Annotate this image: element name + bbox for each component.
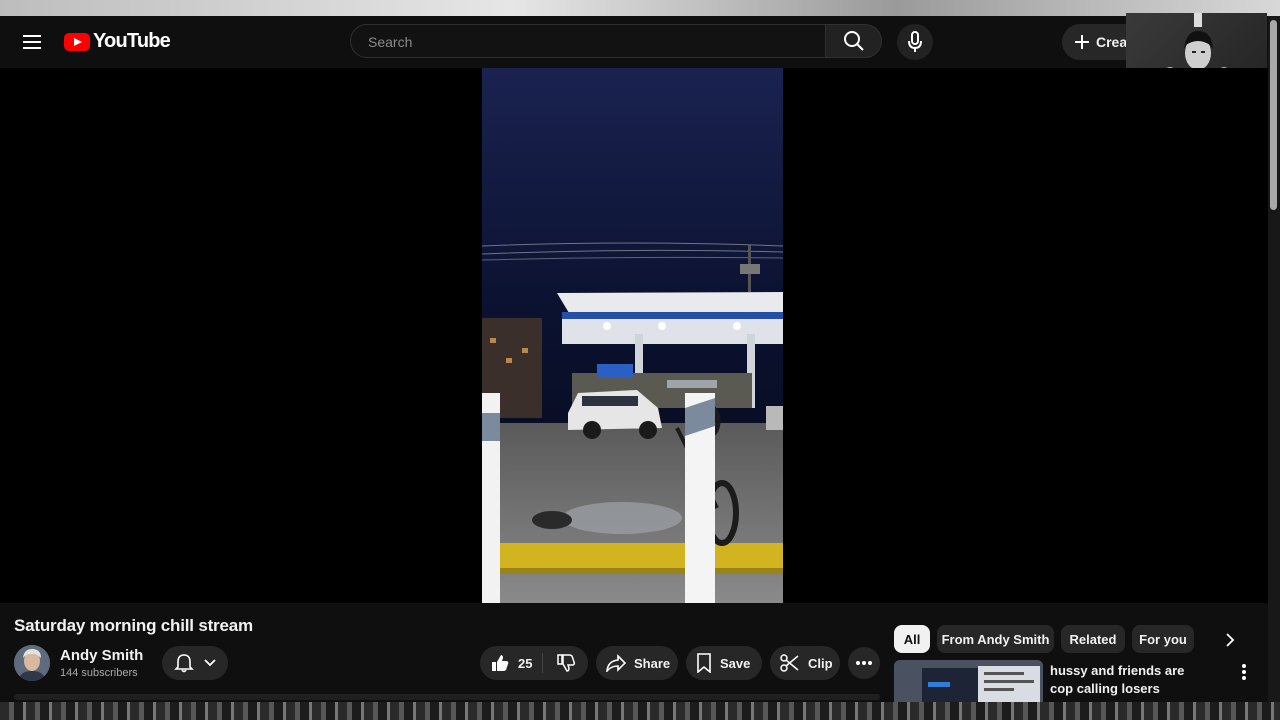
chip-from-channel[interactable]: From Andy Smith xyxy=(937,625,1054,653)
voice-search-button[interactable] xyxy=(897,24,933,60)
more-actions-button[interactable] xyxy=(848,647,880,679)
search-button[interactable] xyxy=(826,24,882,58)
clip-label: Clip xyxy=(808,655,833,671)
search-box xyxy=(350,24,829,59)
subscriber-count: 144 subscribers xyxy=(60,667,138,679)
share-icon xyxy=(606,654,626,672)
chevron-down-icon xyxy=(204,659,216,667)
youtube-logo[interactable]: YouTube xyxy=(64,30,171,53)
chips-next-button[interactable] xyxy=(1218,628,1242,652)
more-horizontal-icon xyxy=(856,661,872,665)
recommendation-title[interactable]: hussy and friends are cop calling losers xyxy=(1050,662,1210,698)
share-button[interactable]: Share xyxy=(596,646,678,680)
video-player[interactable] xyxy=(0,68,1268,603)
chip-for-you[interactable]: For you xyxy=(1132,625,1194,653)
recommendation-menu-button[interactable] xyxy=(1234,662,1254,682)
mic-icon xyxy=(908,31,922,52)
save-label: Save xyxy=(720,655,751,671)
plus-icon xyxy=(1075,35,1089,49)
menu-button[interactable] xyxy=(18,28,46,56)
logo-text: YouTube xyxy=(93,30,171,52)
masthead: YouTube Create xyxy=(0,16,1280,68)
like-count: 25 xyxy=(518,655,533,671)
scissors-icon xyxy=(780,654,799,672)
search-icon xyxy=(843,31,864,51)
chip-all[interactable]: All xyxy=(894,625,930,653)
video-title: Saturday morning chill stream xyxy=(14,616,253,635)
recommendation-thumbnail[interactable] xyxy=(894,660,1043,702)
share-label: Share xyxy=(634,655,671,671)
thumbs-up-icon xyxy=(492,655,509,671)
video-frame xyxy=(482,68,783,603)
like-dislike-group: 25 xyxy=(480,646,588,680)
youtube-logo-icon xyxy=(64,32,90,51)
channel-avatar[interactable] xyxy=(14,645,50,681)
scrollbar-thumb[interactable] xyxy=(1270,20,1277,210)
dislike-button[interactable] xyxy=(543,653,588,673)
like-button[interactable]: 25 xyxy=(480,653,544,673)
thumbs-down-icon xyxy=(556,654,575,672)
channel-name[interactable]: Andy Smith xyxy=(60,647,143,664)
chevron-right-icon xyxy=(1226,633,1235,647)
menu-icon xyxy=(23,35,41,49)
bell-icon xyxy=(174,654,194,673)
save-button[interactable]: Save xyxy=(686,646,762,680)
description-panel-edge xyxy=(14,694,880,700)
notification-bell-button[interactable] xyxy=(162,646,228,680)
more-vertical-icon xyxy=(1242,664,1246,680)
clip-button[interactable]: Clip xyxy=(770,646,840,680)
bookmark-icon xyxy=(697,653,711,673)
chip-related[interactable]: Related xyxy=(1061,625,1125,653)
search-input[interactable] xyxy=(366,25,829,59)
bottom-screen-strip xyxy=(0,702,1280,720)
top-screen-strip xyxy=(0,0,1280,16)
